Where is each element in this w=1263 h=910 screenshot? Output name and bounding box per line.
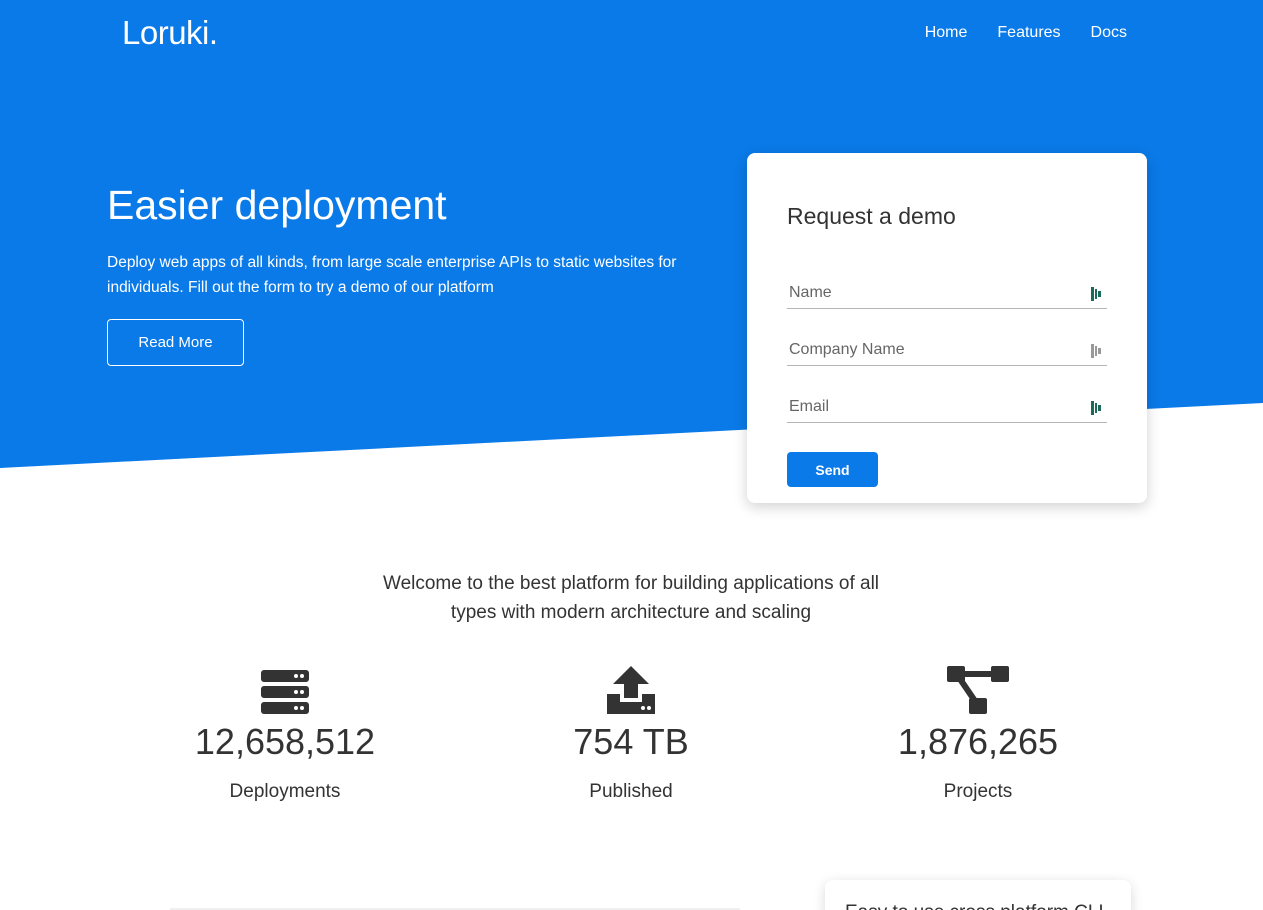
stat-label: Published	[589, 781, 673, 802]
hero-description: Deploy web apps of all kinds, from large…	[107, 254, 677, 296]
cli-feature-card-title: Easy to use cross platform CLI	[845, 902, 1104, 910]
name-input[interactable]	[787, 279, 1077, 307]
server-icon	[261, 670, 309, 714]
nav-docs[interactable]: Docs	[1091, 24, 1127, 42]
cli-feature-card: Easy to use cross platform CLI	[825, 880, 1131, 910]
company-name-input[interactable]	[787, 336, 1077, 364]
logo[interactable]: Loruki.	[122, 14, 218, 52]
nav-home[interactable]: Home	[925, 24, 968, 42]
demo-form-card: Request a demo Sen	[747, 153, 1147, 503]
read-more-button[interactable]: Read More	[107, 319, 244, 366]
stat-label: Projects	[943, 781, 1013, 802]
stat-deployments: 12,658,512 Deployments	[155, 662, 415, 803]
company-name-field	[787, 336, 1107, 366]
stat-label: Deployments	[229, 781, 341, 802]
welcome-text: Welcome to the best platform for buildin…	[382, 573, 880, 623]
nav-features[interactable]: Features	[997, 24, 1060, 42]
hero-title: Easier deployment	[107, 182, 447, 228]
upload-icon	[607, 666, 655, 714]
stat-value: 1,876,265	[897, 721, 1059, 762]
password-manager-icon[interactable]	[1091, 287, 1103, 301]
email-input[interactable]	[787, 393, 1077, 421]
demo-form-title: Request a demo	[787, 203, 956, 229]
main-nav: Home Features Docs	[925, 24, 1127, 42]
password-manager-icon[interactable]	[1091, 344, 1103, 358]
email-field	[787, 393, 1107, 423]
stat-value: 754 TB	[573, 721, 689, 762]
send-button[interactable]: Send	[787, 452, 878, 487]
name-field	[787, 279, 1107, 309]
stat-published: 754 TB Published	[501, 662, 761, 803]
project-diagram-icon	[947, 666, 1009, 714]
password-manager-icon[interactable]	[1091, 401, 1103, 415]
stat-projects: 1,876,265 Projects	[848, 662, 1108, 803]
stat-value: 12,658,512	[194, 721, 376, 762]
page: Loruki. Home Features Docs Easier deploy…	[0, 0, 1263, 910]
